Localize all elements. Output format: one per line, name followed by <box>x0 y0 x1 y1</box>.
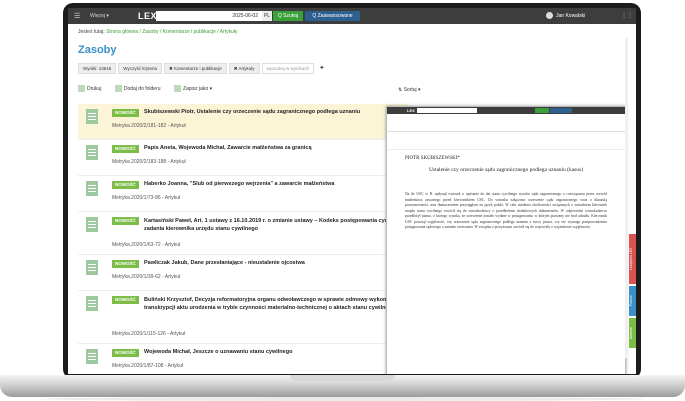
breadcrumb: Jesteś tutaj: Strona główna / Zasoby / K… <box>78 29 238 35</box>
document-icon <box>86 349 98 364</box>
document-icon <box>86 296 98 311</box>
add-to-folder-button[interactable]: Dodaj do folderu <box>114 85 167 92</box>
list-item[interactable]: NOWOŚĆ Haberko Joanna, "Ślub od pierwsze… <box>78 176 408 212</box>
filter-chip-comments[interactable]: ✖ Komentarze i publikacje <box>163 63 227 74</box>
save-as-label: Zapisz jako ▾ <box>182 85 213 92</box>
results-list: NOWOŚĆ Skubiszewski Piotr, Ustalenie czy… <box>78 104 410 374</box>
item-meta: Metryka.2020/1/115-126 - Artykuł <box>112 331 186 337</box>
document-body: Na tle USC w R. wpłynął wniosek o wpisan… <box>405 192 607 229</box>
new-badge: NOWOŚĆ <box>112 181 139 189</box>
more-menu[interactable]: Więcej ▾ <box>90 13 109 19</box>
preview-search-input[interactable] <box>417 108 477 113</box>
item-meta: Metryka.2020/1/73-86 - Artykuł <box>112 195 181 201</box>
new-badge: NOWOŚĆ <box>112 296 139 304</box>
side-tab-help[interactable]: Pomoc <box>629 286 636 316</box>
user-menu[interactable]: Jan Kowalski <box>546 12 585 19</box>
item-meta: Metryka.2020/2/181-182 - Artykuł <box>112 123 186 129</box>
item-title[interactable]: Haberko Joanna, "Ślub od pierwszego wejr… <box>144 181 414 187</box>
preview-advanced-button[interactable] <box>550 108 572 113</box>
list-item[interactable]: NOWOŚĆ Wojewoda Michał, Jeszcze o uznawa… <box>78 344 408 374</box>
list-item[interactable]: NOWOŚĆ Papis Aneta, Wojewoda Michał, Zaw… <box>78 140 408 176</box>
item-title[interactable]: Kartasiński Paweł, Art. 1 ustawy z 16.10… <box>144 217 414 233</box>
preview-topbar: LEX <box>387 107 625 114</box>
laptop-base <box>0 375 685 401</box>
add-filter-button[interactable]: ✚ <box>316 63 328 72</box>
preview-toolbar <box>387 114 625 132</box>
document-icon <box>86 217 98 232</box>
item-title[interactable]: Buliński Krzysztof, Decyzja reformatoryj… <box>144 296 414 312</box>
search-value: 2025-06-02 <box>232 13 258 19</box>
app-logo[interactable]: LEX <box>138 11 157 21</box>
printer-icon <box>78 85 85 92</box>
document-icon <box>86 181 98 196</box>
sort-button[interactable]: ⇅ Sortuj ▾ <box>398 87 421 93</box>
side-tab-survey[interactable]: Ankieta <box>629 318 636 348</box>
document-icon <box>86 260 98 275</box>
preview-logo: LEX <box>407 108 415 113</box>
new-badge: NOWOŚĆ <box>112 349 139 357</box>
item-title[interactable]: Wojewoda Michał, Jeszcze o uznawaniu sta… <box>144 349 414 355</box>
print-label: Drukuj <box>87 85 102 92</box>
language-select[interactable]: PL <box>262 11 272 21</box>
filter-bar: Wyniki: 13615 Wyczyść kryteria ✖ Komentarz… <box>78 63 578 74</box>
document-page: PIOTR SKUBISZEWSKI* Ustalenie czy orzecz… <box>387 150 625 237</box>
breadcrumb-path[interactable]: Strona główna / Zasoby / Komentarze i pu… <box>106 29 237 35</box>
add-folder-label: Dodaj do folderu <box>123 85 161 92</box>
document-preview-window[interactable]: LEX PIOTR SKUBISZEWSKI* Ustalenie czy or… <box>386 106 626 374</box>
preview-search-button[interactable] <box>535 108 549 113</box>
document-author: PIOTR SKUBISZEWSKI* <box>405 156 460 161</box>
item-meta: Metryka.2020/1/39-62 - Artykuł <box>112 274 181 280</box>
clear-criteria-button[interactable]: Wyczyść kryteria <box>118 63 162 74</box>
item-meta: Metryka.2020/2/183-188 - Artykuł <box>112 159 186 165</box>
search-button[interactable]: Q Szukaj <box>273 11 303 21</box>
list-item[interactable]: NOWOŚĆ Pawliczak Jakub, Dane przesłaniaj… <box>78 255 408 291</box>
results-toolbar: Drukuj Dodaj do folderu Zapisz jako ▾ <box>78 85 224 92</box>
page-title: Zasoby <box>78 44 117 56</box>
new-badge: NOWOŚĆ <box>112 217 139 225</box>
list-item[interactable]: NOWOŚĆ Buliński Krzysztof, Decyzja refor… <box>78 291 408 344</box>
list-item[interactable]: NOWOŚĆ Kartasiński Paweł, Art. 1 ustawy … <box>78 212 410 255</box>
print-button[interactable]: Drukuj <box>78 85 107 92</box>
item-title[interactable]: Papis Aneta, Wojewoda Michał, Zawarcie m… <box>144 145 414 151</box>
list-item[interactable]: NOWOŚĆ Skubiszewski Piotr, Ustalenie czy… <box>78 104 408 140</box>
document-icon <box>86 109 98 124</box>
advanced-search-button[interactable]: Q Zaawansowane <box>305 11 360 21</box>
breadcrumb-prefix: Jesteś tutaj: <box>78 29 105 35</box>
item-title[interactable]: Pawliczak Jakub, Dane przesłaniające - n… <box>144 260 414 266</box>
avatar <box>546 12 553 19</box>
new-badge: NOWOŚĆ <box>112 109 139 117</box>
sort-label: Sortuj ▾ <box>403 87 421 93</box>
save-icon <box>173 85 181 92</box>
folder-icon <box>114 85 122 92</box>
results-count: Wyniki: 13615 <box>78 63 117 74</box>
laptop-notch <box>290 375 395 381</box>
item-meta: Metryka.2020/1/87-108 - Artykuł <box>112 363 183 369</box>
item-meta: Metryka.2020/1/63-72 - Artykuł <box>112 242 181 248</box>
new-badge: NOWOŚĆ <box>112 145 139 153</box>
laptop-shadow <box>40 397 645 401</box>
item-title[interactable]: Skubiszewski Piotr, Ustalenie czy orzecz… <box>144 109 414 115</box>
scrollbar[interactable] <box>625 38 628 358</box>
user-name: Jan Kowalski <box>556 12 586 19</box>
search-input[interactable]: 2025-06-02 <box>156 11 262 21</box>
apps-grid-icon[interactable]: ⋮⋮ <box>621 12 633 19</box>
side-tab-lexicon[interactable]: Leksykon LEX <box>629 234 636 284</box>
save-as-button[interactable]: Zapisz jako ▾ <box>173 85 218 92</box>
top-navigation-bar: ☰ Więcej ▾ LEX 2025-06-02 PL Q Szukaj Q … <box>68 8 636 24</box>
filter-chip-articles[interactable]: ✖ Artykuły <box>228 63 260 74</box>
preview-metadata <box>387 132 625 150</box>
hamburger-icon[interactable]: ☰ <box>74 12 80 20</box>
document-title: Ustalenie czy orzeczenie sądu zagraniczn… <box>428 167 584 173</box>
search-in-results-input[interactable]: wyszukaj w wynikach <box>261 63 315 74</box>
screen: ☰ Więcej ▾ LEX 2025-06-02 PL Q Szukaj Q … <box>68 8 636 374</box>
new-badge: NOWOŚĆ <box>112 260 139 268</box>
document-icon <box>86 145 98 160</box>
